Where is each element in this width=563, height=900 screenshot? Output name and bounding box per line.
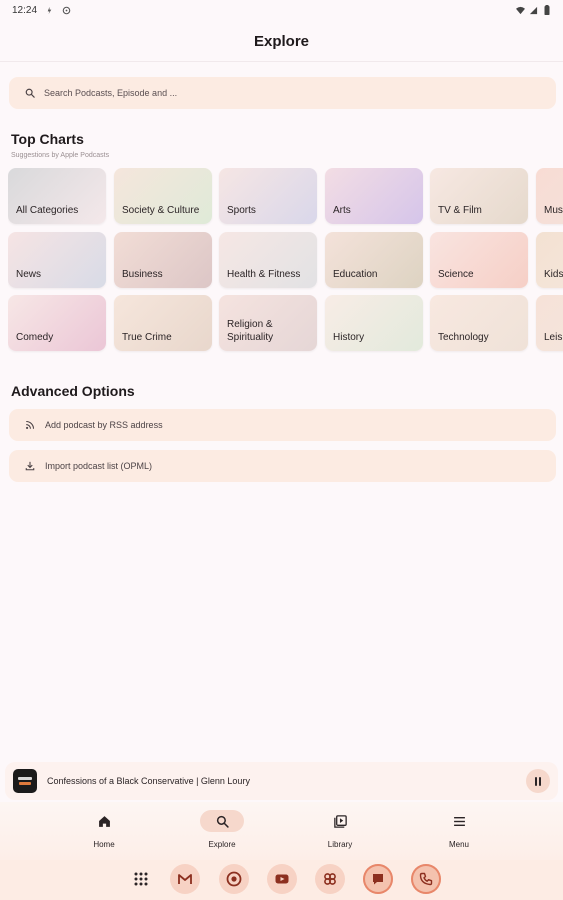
status-bar: 12:24 <box>0 0 563 20</box>
option-label: Import podcast list (OPML) <box>45 461 153 471</box>
nav-explore[interactable]: Explore <box>182 810 262 849</box>
advanced-options-title: Advanced Options <box>11 383 135 399</box>
category-card-kids-family[interactable]: Kids & Family <box>536 232 563 288</box>
import-opml-button[interactable]: Import podcast list (OPML) <box>9 450 556 482</box>
battery-icon <box>542 5 551 15</box>
status-right <box>516 5 551 15</box>
nav-label: Menu <box>448 840 469 849</box>
category-label: Religion & Spirituality <box>227 319 274 343</box>
signal-icon <box>529 6 538 15</box>
category-label: TV & Film <box>438 204 482 216</box>
category-card-education[interactable]: Education <box>325 232 423 288</box>
category-label: Leisure <box>544 331 563 343</box>
menu-icon <box>453 816 465 826</box>
category-label: Arts <box>333 204 351 216</box>
search-icon <box>216 815 229 828</box>
category-card-tv-film[interactable]: TV & Film <box>430 168 528 224</box>
category-card-sports[interactable]: Sports <box>219 168 317 224</box>
category-card-leisure[interactable]: Leisure <box>536 295 563 351</box>
android-icon <box>62 6 71 15</box>
search-bar[interactable] <box>9 77 556 109</box>
photos-icon[interactable] <box>315 864 345 894</box>
option-label: Add podcast by RSS address <box>45 420 163 430</box>
category-grid: All Categories Society & Culture Sports … <box>8 168 563 354</box>
category-card-religion-spirituality[interactable]: Religion & Spirituality <box>219 295 317 351</box>
category-label: Kids & Family <box>544 268 563 280</box>
nav-label: Home <box>93 840 115 849</box>
mini-player[interactable]: Confessions of a Black Conservative | Gl… <box>5 762 558 800</box>
nav-library[interactable]: Library <box>300 810 380 849</box>
nav-menu[interactable]: Menu <box>419 810 499 849</box>
status-time: 12:24 <box>12 4 38 16</box>
category-label: Comedy <box>16 331 54 343</box>
nav-home[interactable]: Home <box>64 810 144 849</box>
category-card-music[interactable]: Music <box>536 168 563 224</box>
messages-icon[interactable] <box>363 864 393 894</box>
gmail-icon[interactable] <box>170 864 200 894</box>
status-left: 12:24 <box>12 5 71 16</box>
category-card-comedy[interactable]: Comedy <box>8 295 106 351</box>
category-card-business[interactable]: Business <box>114 232 212 288</box>
top-charts-subtitle: Suggestions by Apple Podcasts <box>11 152 110 159</box>
category-label: Business <box>122 268 163 280</box>
app-header: Explore <box>0 22 563 62</box>
apps-grid-icon[interactable] <box>126 864 156 894</box>
pause-icon <box>535 776 537 786</box>
category-label: Society & Culture <box>122 204 200 216</box>
category-card-true-crime[interactable]: True Crime <box>114 295 212 351</box>
nav-label: Library <box>327 840 353 849</box>
category-card-news[interactable]: News <box>8 232 106 288</box>
category-label: Technology <box>438 331 489 343</box>
rss-icon <box>26 420 35 429</box>
category-label: All Categories <box>16 204 79 216</box>
download-icon <box>25 461 35 471</box>
search-input[interactable] <box>44 88 524 98</box>
category-label: History <box>333 331 365 343</box>
page-title: Explore <box>253 33 310 50</box>
wifi-icon <box>516 6 525 15</box>
category-label: Education <box>333 268 378 280</box>
category-label: Sports <box>227 204 256 216</box>
chrome-icon[interactable] <box>219 864 249 894</box>
category-card-society-culture[interactable]: Society & Culture <box>114 168 212 224</box>
library-icon <box>333 814 347 828</box>
phone-icon[interactable] <box>411 864 441 894</box>
category-label: Health & Fitness <box>227 268 301 280</box>
category-card-technology[interactable]: Technology <box>430 295 528 351</box>
category-label: Science <box>438 268 474 280</box>
category-card-all-categories[interactable]: All Categories <box>8 168 106 224</box>
bottom-nav: Home Explore Library Menu <box>0 802 563 860</box>
podcast-artwork <box>13 769 37 793</box>
category-card-health-fitness[interactable]: Health & Fitness <box>219 232 317 288</box>
pause-button[interactable] <box>526 769 550 793</box>
search-icon <box>25 88 35 98</box>
category-label: News <box>16 268 42 280</box>
category-card-arts[interactable]: Arts <box>325 168 423 224</box>
top-charts-title: Top Charts <box>11 131 84 147</box>
add-rss-button[interactable]: Add podcast by RSS address <box>9 409 556 441</box>
category-card-history[interactable]: History <box>325 295 423 351</box>
home-icon <box>98 815 110 827</box>
category-card-science[interactable]: Science <box>430 232 528 288</box>
category-label: True Crime <box>122 331 172 343</box>
category-label: Music <box>544 204 563 216</box>
youtube-icon[interactable] <box>267 864 297 894</box>
system-dock <box>0 860 563 900</box>
now-playing-title: Confessions of a Black Conservative | Gl… <box>47 776 250 786</box>
notification-icon <box>45 6 54 15</box>
nav-label: Explore <box>208 840 236 849</box>
